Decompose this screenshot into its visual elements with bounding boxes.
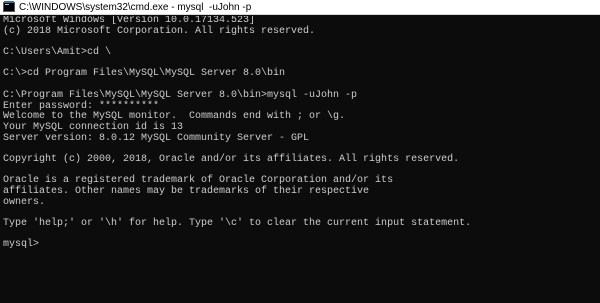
- console-line: owners.: [3, 196, 46, 208]
- console-line: Server version: 8.0.12 MySQL Community S…: [3, 132, 310, 144]
- console-line: C:\Users\Amit>cd \: [3, 47, 112, 59]
- console-line: Copyright (c) 2000, 2018, Oracle and/or …: [3, 153, 460, 165]
- console-line: (c) 2018 Microsoft Corporation. All righ…: [3, 25, 316, 37]
- console-line: affiliates. Other names may be trademark…: [3, 186, 370, 197]
- mysql-prompt[interactable]: mysql>: [3, 240, 597, 251]
- window-title: C:\WINDOWS\system32\cmd.exe - mysql -uJo…: [19, 1, 252, 13]
- cmd-icon: [3, 1, 15, 12]
- console-line: C:\Program Files\MySQL\MySQL Server 8.0\…: [3, 89, 358, 101]
- console-line: C:\>cd Program Files\MySQL\MySQL Server …: [3, 68, 286, 80]
- prompt-text: mysql>: [3, 239, 40, 251]
- console-line: Type 'help;' or '\h' for help. Type '\c'…: [3, 218, 472, 230]
- title-bar[interactable]: C:\WINDOWS\system32\cmd.exe - mysql -uJo…: [0, 0, 600, 15]
- console-line: Your MySQL connection id is 13: [3, 121, 184, 133]
- cmd-window: C:\WINDOWS\system32\cmd.exe - mysql -uJo…: [0, 0, 600, 303]
- console-output[interactable]: Microsoft Windows [Version 10.0.17134.52…: [3, 16, 597, 303]
